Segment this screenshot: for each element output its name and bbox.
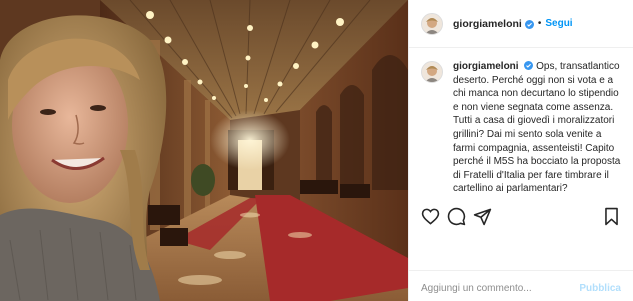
comment-icon[interactable] xyxy=(447,207,466,226)
publish-button[interactable]: Pubblica xyxy=(579,283,621,294)
separator-dot: • xyxy=(537,18,542,29)
post-caption: giorgiameloni Ops, transatlantico desert… xyxy=(409,48,633,196)
caption-username[interactable]: giorgiameloni xyxy=(453,61,519,72)
instagram-post: giorgiameloni • Segui giorgiameloni Ops,… xyxy=(0,0,633,301)
avatar-image xyxy=(422,13,442,34)
avatar[interactable] xyxy=(421,12,443,35)
comment-input[interactable] xyxy=(421,282,571,294)
post-image xyxy=(0,0,408,301)
post-header: giorgiameloni • Segui xyxy=(409,0,633,48)
heart-icon[interactable] xyxy=(421,207,440,226)
post-side-panel: giorgiameloni • Segui giorgiameloni Ops,… xyxy=(408,0,633,301)
avatar-image xyxy=(422,62,442,82)
post-actions xyxy=(421,207,621,227)
share-icon[interactable] xyxy=(473,207,492,226)
verified-badge-icon xyxy=(522,15,534,33)
caption-body: Ops, transatlantico deserto. Perché oggi… xyxy=(453,61,621,195)
comment-bar: Pubblica xyxy=(421,276,621,300)
post-photo[interactable] xyxy=(0,0,408,301)
follow-button[interactable]: Segui xyxy=(545,18,572,29)
username-link[interactable]: giorgiameloni xyxy=(453,18,522,30)
caption-text: giorgiameloni Ops, transatlantico desert… xyxy=(453,60,621,196)
caption-avatar[interactable] xyxy=(421,61,443,83)
verified-badge-icon xyxy=(521,61,536,72)
comment-divider xyxy=(409,270,633,271)
bookmark-icon[interactable] xyxy=(602,207,621,226)
